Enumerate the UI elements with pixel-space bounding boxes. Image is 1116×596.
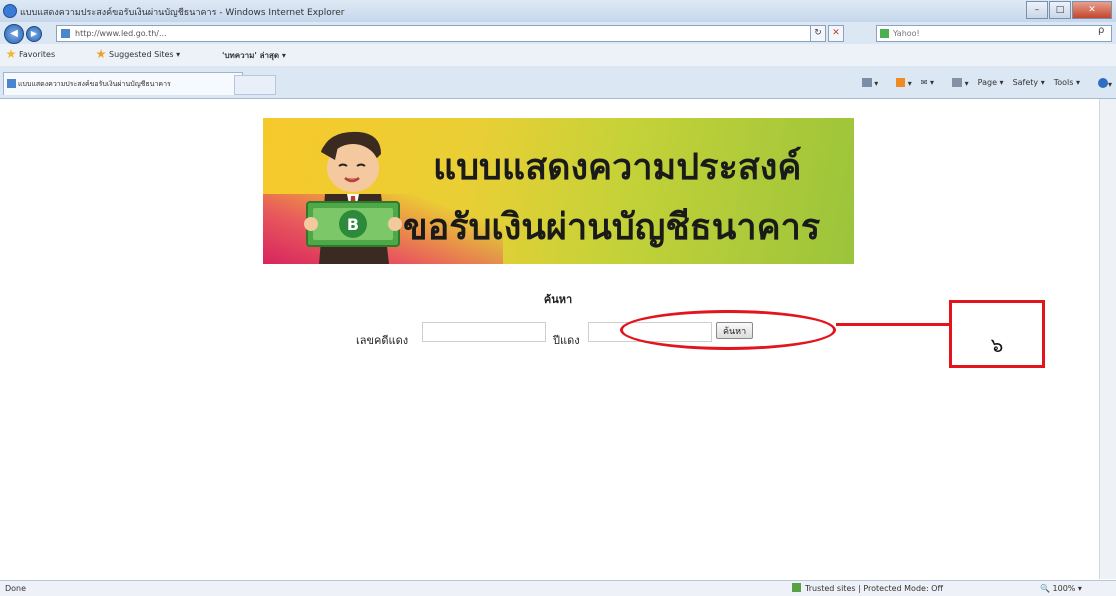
security-zone-label: Trusted sites | Protected Mode: Off xyxy=(805,584,943,593)
tab-favicon-icon xyxy=(7,79,16,88)
refresh-button[interactable]: ↻ xyxy=(810,25,826,42)
search-placeholder: Yahoo! xyxy=(893,29,920,38)
window-controls: – □ ✕ xyxy=(1025,1,1112,19)
page-icon xyxy=(61,29,70,38)
command-bar: ▾ ▾ ✉ ▾ ▾ Page ▾ Safety ▾ Tools ▾ ▾ xyxy=(844,78,1112,89)
case-number-input[interactable] xyxy=(422,322,546,342)
trusted-check-icon xyxy=(792,583,801,592)
home-button[interactable]: ▾ xyxy=(853,78,878,89)
page-menu[interactable]: Page ▾ xyxy=(978,78,1004,89)
search-provider-icon xyxy=(880,29,889,38)
banner-title-line1: แบบแสดงความประสงค์ xyxy=(433,147,802,188)
zoom-control[interactable]: 🔍 100% ▾ xyxy=(1040,581,1082,596)
suggested-sites-label: Suggested Sites ▾ xyxy=(109,50,181,59)
vertical-scrollbar[interactable] xyxy=(1099,99,1116,579)
header-banner: B แบบแสดงความประสงค์ ขอรับเงินผ่านบัญชีธ… xyxy=(263,118,854,264)
case-number-label: เลขคดีแดง xyxy=(356,334,409,347)
new-tab-button[interactable] xyxy=(234,75,276,95)
tab-title: แบบแสดงความประสงค์ขอรับเงินผ่านบัญชีธนาค… xyxy=(18,80,171,88)
suggested-sites-link[interactable]: Suggested Sites ▾ xyxy=(96,49,180,59)
safety-menu[interactable]: Safety ▾ xyxy=(1013,78,1045,89)
forward-button[interactable]: ▶ xyxy=(26,26,42,42)
tools-menu[interactable]: Tools ▾ xyxy=(1054,78,1080,89)
mail-button[interactable]: ✉ ▾ xyxy=(921,78,934,89)
search-icon[interactable]: ρ xyxy=(1098,25,1104,36)
address-bar[interactable]: http://www.led.go.th/... xyxy=(56,25,826,42)
zoom-level: 100% xyxy=(1052,584,1076,593)
favorites-bar: Favorites Suggested Sites ▾ 'บทความ' ล่า… xyxy=(0,44,1116,67)
stop-button[interactable]: ✕ xyxy=(828,25,844,42)
mascot-illustration: B xyxy=(304,131,402,264)
close-button[interactable]: ✕ xyxy=(1072,1,1112,19)
annotation-ellipse xyxy=(620,310,836,350)
status-text: Done xyxy=(5,584,27,593)
favorites-label: Favorites xyxy=(19,50,56,59)
navigation-bar: ◀ ▶ http://www.led.go.th/... ↻ ✕ Yahoo! … xyxy=(0,22,1116,44)
help-button[interactable]: ▾ xyxy=(1089,78,1112,89)
news-feed-label: 'บทความ' ล่าสุด ▾ xyxy=(222,51,286,60)
tab-bar: แบบแสดงความประสงค์ขอรับเงินผ่านบัญชีธนาค… xyxy=(0,66,1116,99)
star-icon xyxy=(6,49,16,59)
minimize-button[interactable]: – xyxy=(1026,1,1048,19)
print-button[interactable]: ▾ xyxy=(943,78,969,89)
annotation-step-number: ๖ xyxy=(990,333,1004,357)
search-input[interactable]: Yahoo! xyxy=(876,25,1112,42)
window-title-bar: แบบแสดงความประสงค์ขอรับเงินผ่านบัญชีธนาค… xyxy=(0,0,1116,23)
favorites-button[interactable]: Favorites xyxy=(6,49,55,59)
banner-title-line2: ขอรับเงินผ่านบัญชีธนาคาร xyxy=(403,207,821,248)
tab-current[interactable]: แบบแสดงความประสงค์ขอรับเงินผ่านบัญชีธนาค… xyxy=(3,72,243,95)
rss-feed-icon xyxy=(896,78,906,87)
add-favorite-icon xyxy=(96,49,106,59)
year-label: ปีแดง xyxy=(553,334,580,347)
address-actions: ↻ ✕ xyxy=(810,25,846,42)
address-url: http://www.led.go.th/... xyxy=(75,29,167,38)
security-zone[interactable]: Trusted sites | Protected Mode: Off xyxy=(792,581,943,596)
home-icon xyxy=(861,78,872,87)
print-icon xyxy=(952,78,963,87)
news-feed-link[interactable]: 'บทความ' ล่าสุด ▾ xyxy=(222,49,286,62)
help-icon xyxy=(1097,78,1108,88)
feeds-button[interactable]: ▾ xyxy=(887,78,912,89)
ie-logo-icon xyxy=(3,4,17,18)
maximize-button[interactable]: □ xyxy=(1049,1,1071,19)
back-button[interactable]: ◀ xyxy=(4,24,24,44)
annotation-callout: ๖ xyxy=(949,300,1045,368)
window-title: แบบแสดงความประสงค์ขอรับเงินผ่านบัญชีธนาค… xyxy=(20,8,345,18)
coin-letter: B xyxy=(347,215,359,234)
annotation-connector xyxy=(836,323,949,326)
status-bar: Done Trusted sites | Protected Mode: Off… xyxy=(0,580,1116,596)
